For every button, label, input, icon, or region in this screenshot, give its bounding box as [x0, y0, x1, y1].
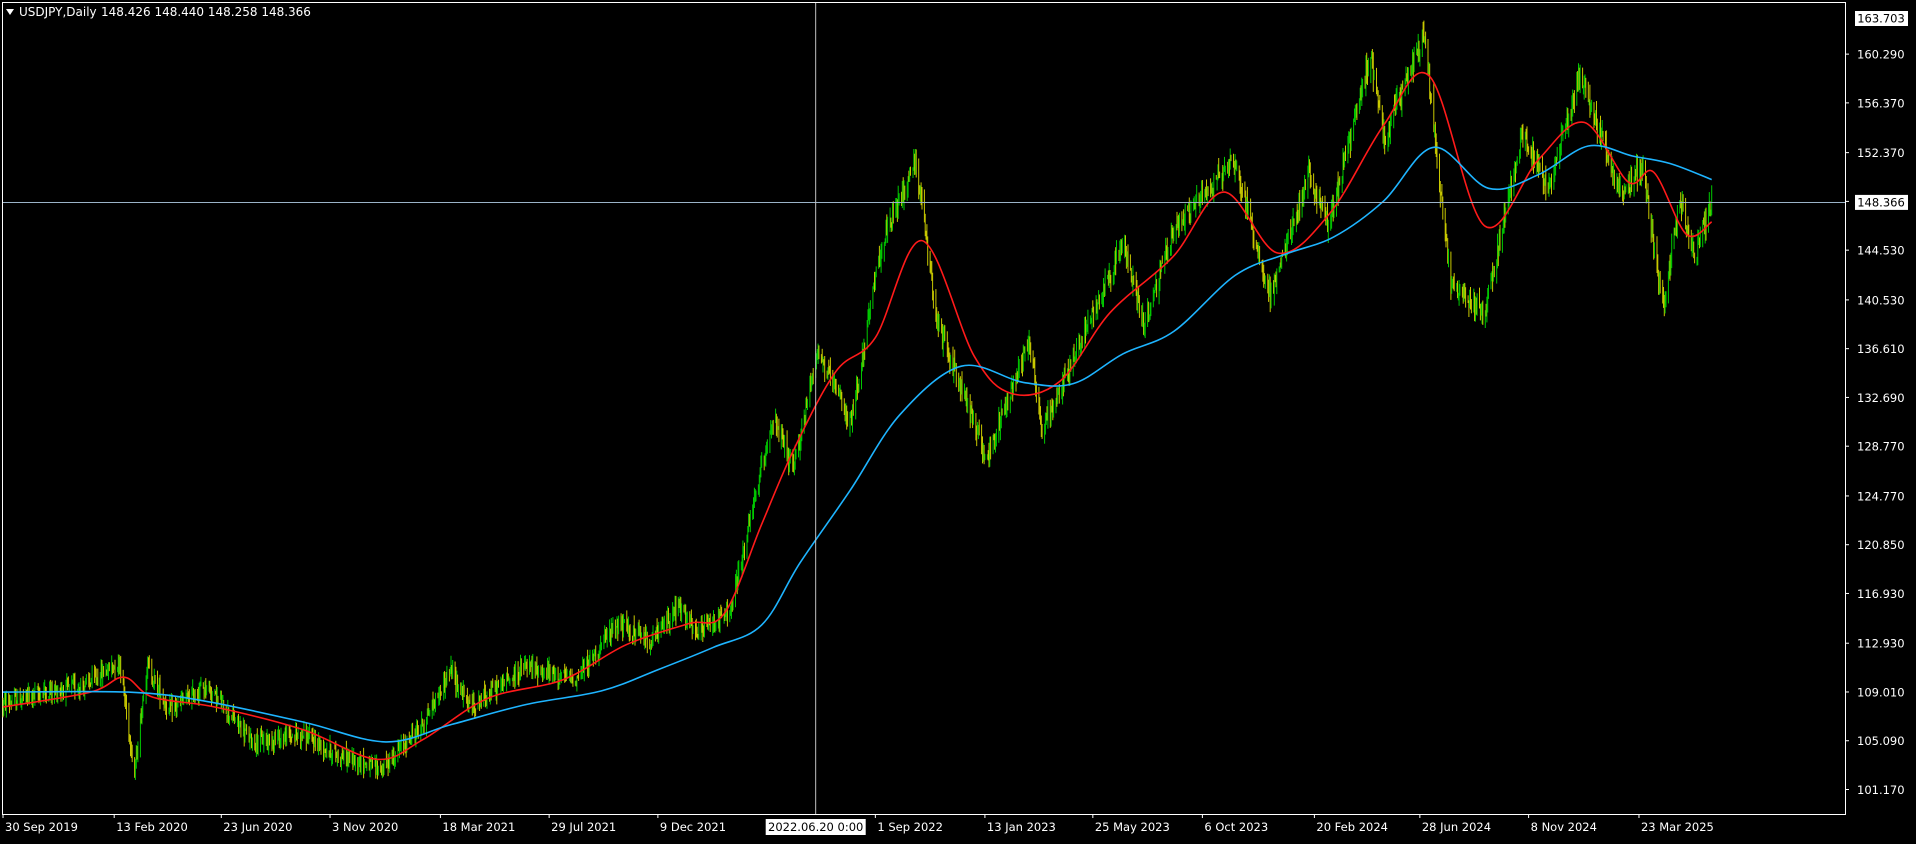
y-tick-label: 120.850	[1857, 538, 1905, 552]
chart-ohlc: 148.426 148.440 148.258 148.366	[101, 5, 311, 19]
y-tick-label: 152.370	[1857, 146, 1905, 160]
x-tick-label: 1 Sep 2022	[877, 820, 943, 834]
y-tick-label: 109.010	[1857, 685, 1905, 699]
y-tick-label: 136.610	[1857, 342, 1905, 356]
y-tick-label: 128.770	[1857, 440, 1905, 454]
x-tick-label: 9 Dec 2021	[660, 820, 726, 834]
x-tick-label: 23 Jun 2020	[223, 820, 292, 834]
x-tick-label: 13 Feb 2020	[116, 820, 188, 834]
y-tick-label: 124.770	[1857, 489, 1905, 503]
chart-window[interactable]: 160.290156.370152.370148.450144.530140.5…	[0, 0, 1916, 840]
chart-symbol: USDJPY,Daily	[19, 5, 97, 19]
y-tick-label: 144.530	[1857, 244, 1905, 258]
y-tick-label: 140.530	[1857, 293, 1905, 307]
x-tick-label: 29 Jul 2021	[551, 820, 616, 834]
price-chart[interactable]: 160.290156.370152.370148.450144.530140.5…	[0, 0, 1916, 840]
x-tick-label: 6 Oct 2023	[1204, 820, 1268, 834]
x-tick-label: 25 May 2023	[1095, 820, 1170, 834]
x-tick-label: 30 Sep 2019	[5, 820, 78, 834]
y-tick-label: 156.370	[1857, 96, 1905, 110]
y-tick-label: 132.690	[1857, 391, 1905, 405]
crosshair-date-label: 2022.06.20 0:00	[768, 820, 863, 834]
chart-background	[0, 0, 1916, 840]
x-tick-label: 20 Feb 2024	[1316, 820, 1388, 834]
x-tick-label: 8 Nov 2024	[1531, 820, 1597, 834]
x-tick-label: 23 Mar 2025	[1641, 820, 1714, 834]
top-price-label: 163.703	[1857, 12, 1905, 26]
y-tick-label: 160.290	[1857, 48, 1905, 62]
current-price-label: 148.366	[1857, 195, 1905, 209]
y-tick-label: 101.170	[1857, 783, 1905, 797]
x-tick-label: 13 Jan 2023	[987, 820, 1056, 834]
y-tick-label: 105.090	[1857, 734, 1905, 748]
x-tick-label: 18 Mar 2021	[442, 820, 515, 834]
y-tick-label: 112.930	[1857, 637, 1905, 651]
x-tick-label: 3 Nov 2020	[332, 820, 398, 834]
x-tick-label: 28 Jun 2024	[1422, 820, 1491, 834]
y-tick-label: 116.930	[1857, 587, 1905, 601]
